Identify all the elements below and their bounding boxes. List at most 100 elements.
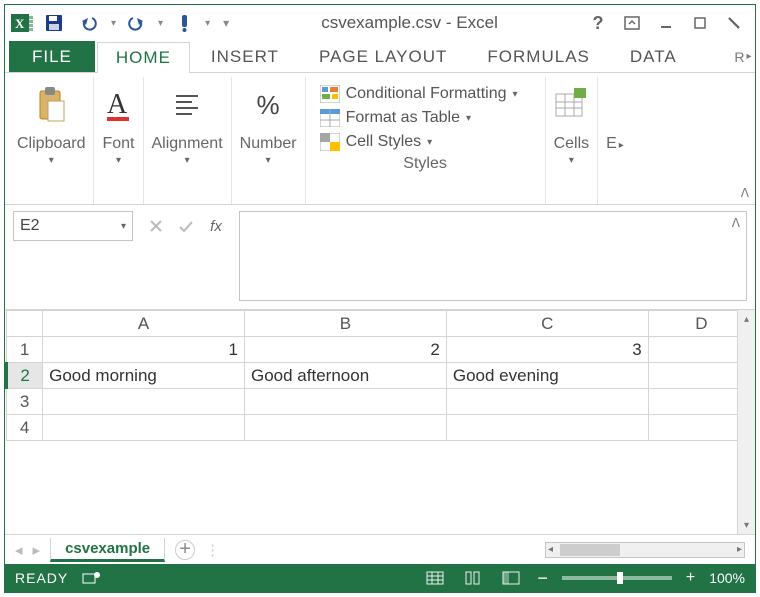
ribbon: Clipboard ▾ A Font ▾ Alignment ▾ % Numbe… [5, 73, 755, 205]
svg-text:A: A [107, 89, 128, 120]
format-as-table-button[interactable]: Format as Table ▾ [320, 109, 527, 127]
group-number[interactable]: % Number ▾ [232, 77, 306, 204]
name-box-value: E2 [20, 217, 40, 235]
worksheet-grid[interactable]: A B C D 1 1 2 3 2 Good morning Good afte… [5, 310, 755, 441]
group-cells[interactable]: Cells ▾ [546, 77, 599, 204]
name-box-caret-icon: ▾ [121, 221, 126, 232]
sheet-nav-prev[interactable]: ◂ [15, 541, 23, 559]
redo-caret-icon[interactable]: ▾ [158, 18, 163, 29]
excel-window: X ▾ ▾ ▾ ▾ csvexample.csv - Excel ? [4, 4, 756, 593]
window-title: csvexample.csv - Excel [242, 13, 577, 33]
zoom-in-button[interactable]: + [686, 569, 695, 587]
view-page-break-button[interactable] [499, 568, 523, 588]
cell-B3[interactable] [245, 389, 447, 415]
paste-icon [34, 81, 68, 129]
zoom-slider[interactable] [562, 576, 672, 580]
conditional-formatting-button[interactable]: Conditional Formatting ▾ [320, 85, 527, 103]
help-button[interactable]: ? [583, 9, 613, 37]
tab-insert[interactable]: INSERT [192, 41, 298, 72]
zoom-out-button[interactable]: − [537, 568, 548, 589]
cell-A4[interactable] [43, 415, 245, 441]
row-header-1[interactable]: 1 [7, 337, 43, 363]
row-header-4[interactable]: 4 [7, 415, 43, 441]
cell-C3[interactable] [446, 389, 648, 415]
group-number-label: Number [240, 135, 297, 153]
format-as-table-label: Format as Table [346, 109, 460, 127]
hscroll-right-icon[interactable]: ▸ [737, 544, 742, 555]
col-header-B[interactable]: B [245, 311, 447, 337]
tab-overflow-label: R [734, 49, 744, 65]
expand-formula-bar-button[interactable]: ᐱ [732, 216, 740, 230]
worksheet-area: A B C D 1 1 2 3 2 Good morning Good afte… [5, 310, 755, 564]
tab-formulas[interactable]: FORMULAS [468, 41, 608, 72]
close-button[interactable] [719, 9, 749, 37]
tab-home[interactable]: HOME [97, 42, 190, 73]
collapse-ribbon-button[interactable]: ᐱ [741, 186, 749, 200]
group-overflow[interactable]: E▸ [598, 77, 638, 204]
row-header-2[interactable]: 2 [7, 363, 43, 389]
cell-styles-label: Cell Styles [346, 133, 422, 151]
vertical-scrollbar[interactable]: ▴ ▾ [737, 310, 755, 534]
formula-enter-button[interactable] [171, 211, 201, 241]
ribbon-tabs: FILE HOME INSERT PAGE LAYOUT FORMULAS DA… [5, 41, 755, 73]
group-font[interactable]: A Font ▾ [94, 77, 143, 204]
cell-B1[interactable]: 2 [245, 337, 447, 363]
col-header-A[interactable]: A [43, 311, 245, 337]
touch-caret-icon[interactable]: ▾ [205, 18, 210, 29]
tab-data[interactable]: DATA [611, 41, 696, 72]
ribbon-display-button[interactable] [617, 9, 647, 37]
hscroll-left-icon[interactable]: ◂ [548, 544, 553, 555]
cell-C2[interactable]: Good evening [446, 363, 648, 389]
cell-B2[interactable]: Good afternoon [245, 363, 447, 389]
window-controls: ? [583, 9, 749, 37]
select-all-corner[interactable] [7, 311, 43, 337]
minimize-button[interactable] [651, 9, 681, 37]
conditional-formatting-icon [320, 85, 340, 103]
formula-cancel-button[interactable] [141, 211, 171, 241]
sheet-nav-next[interactable]: ▸ [33, 541, 41, 559]
cell-C4[interactable] [446, 415, 648, 441]
name-box[interactable]: E2 ▾ [13, 211, 133, 241]
row-header-3[interactable]: 3 [7, 389, 43, 415]
tab-overflow[interactable]: R▸ [731, 41, 755, 72]
group-clipboard[interactable]: Clipboard ▾ [9, 77, 94, 204]
col-header-C[interactable]: C [446, 311, 648, 337]
ribbon-overflow-label: E [606, 135, 617, 152]
number-icon: % [257, 81, 280, 129]
macro-record-icon[interactable] [82, 571, 100, 585]
cell-A1[interactable]: 1 [43, 337, 245, 363]
group-alignment[interactable]: Alignment ▾ [144, 77, 232, 204]
cell-B4[interactable] [245, 415, 447, 441]
view-page-layout-button[interactable] [461, 568, 485, 588]
fx-label: fx [210, 218, 222, 235]
status-bar: READY − + 100% [5, 564, 755, 592]
scroll-up-icon[interactable]: ▴ [738, 310, 755, 328]
redo-button[interactable] [122, 8, 152, 38]
cell-A2[interactable]: Good morning [43, 363, 245, 389]
undo-caret-icon[interactable]: ▾ [111, 18, 116, 29]
insert-function-button[interactable]: fx [201, 211, 231, 241]
new-sheet-button[interactable]: + [175, 540, 195, 560]
conditional-formatting-label: Conditional Formatting [346, 85, 507, 103]
group-font-label: Font [102, 135, 134, 153]
qat-customize-button[interactable]: ▾ [216, 8, 236, 38]
cells-caret-icon: ▾ [569, 155, 574, 166]
sheet-tab-active[interactable]: csvexample [50, 538, 165, 562]
formula-input[interactable]: ᐱ [239, 211, 747, 301]
undo-button[interactable] [75, 8, 105, 38]
tab-page-layout[interactable]: PAGE LAYOUT [300, 41, 466, 72]
view-normal-button[interactable] [423, 568, 447, 588]
cell-C1[interactable]: 3 [446, 337, 648, 363]
titlebar: X ▾ ▾ ▾ ▾ csvexample.csv - Excel ? [5, 5, 755, 41]
alignment-caret-icon: ▾ [185, 155, 190, 166]
maximize-button[interactable] [685, 9, 715, 37]
save-button[interactable] [39, 8, 69, 38]
cell-A3[interactable] [43, 389, 245, 415]
touch-mode-button[interactable] [169, 8, 199, 38]
tab-file[interactable]: FILE [9, 41, 95, 72]
scroll-down-icon[interactable]: ▾ [738, 516, 755, 534]
horizontal-scrollbar[interactable]: ◂ ▸ [545, 542, 745, 558]
zoom-level[interactable]: 100% [709, 570, 745, 586]
cell-styles-button[interactable]: Cell Styles ▾ [320, 133, 527, 151]
sheet-tab-bar: ◂ ▸ csvexample + ⋮ ◂ ▸ [5, 534, 755, 564]
